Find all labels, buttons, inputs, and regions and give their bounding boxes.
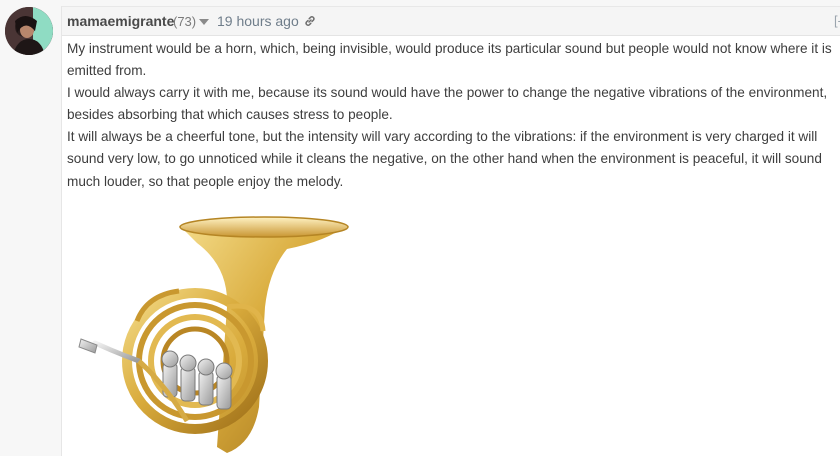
- author-reputation: (73): [173, 14, 197, 29]
- comment-paragraph-2: I would always carry it with me, because…: [67, 85, 828, 123]
- comment-page: mamaemigrante (73) 19 hours ago [- My in…: [0, 0, 840, 456]
- comment-timestamp[interactable]: 19 hours ago: [217, 13, 299, 29]
- avatar-image: [5, 7, 53, 55]
- collapse-toggle[interactable]: [-: [834, 13, 840, 28]
- author-name[interactable]: mamaemigrante: [67, 13, 174, 29]
- french-horn-image: [78, 216, 349, 453]
- comment-card: mamaemigrante (73) 19 hours ago [- My in…: [61, 6, 840, 456]
- comment-paragraph-1: My instrument would be a horn, which, be…: [67, 41, 832, 79]
- comment-header: mamaemigrante (73) 19 hours ago [-: [62, 6, 840, 36]
- comment-body: My instrument would be a horn, which, be…: [67, 38, 837, 193]
- link-icon[interactable]: [303, 14, 317, 28]
- caret-down-icon[interactable]: [199, 19, 209, 25]
- avatar-column: [0, 0, 61, 456]
- comment-paragraph-3: It will always be a cheerful tone, but t…: [67, 129, 822, 189]
- avatar[interactable]: [5, 7, 53, 55]
